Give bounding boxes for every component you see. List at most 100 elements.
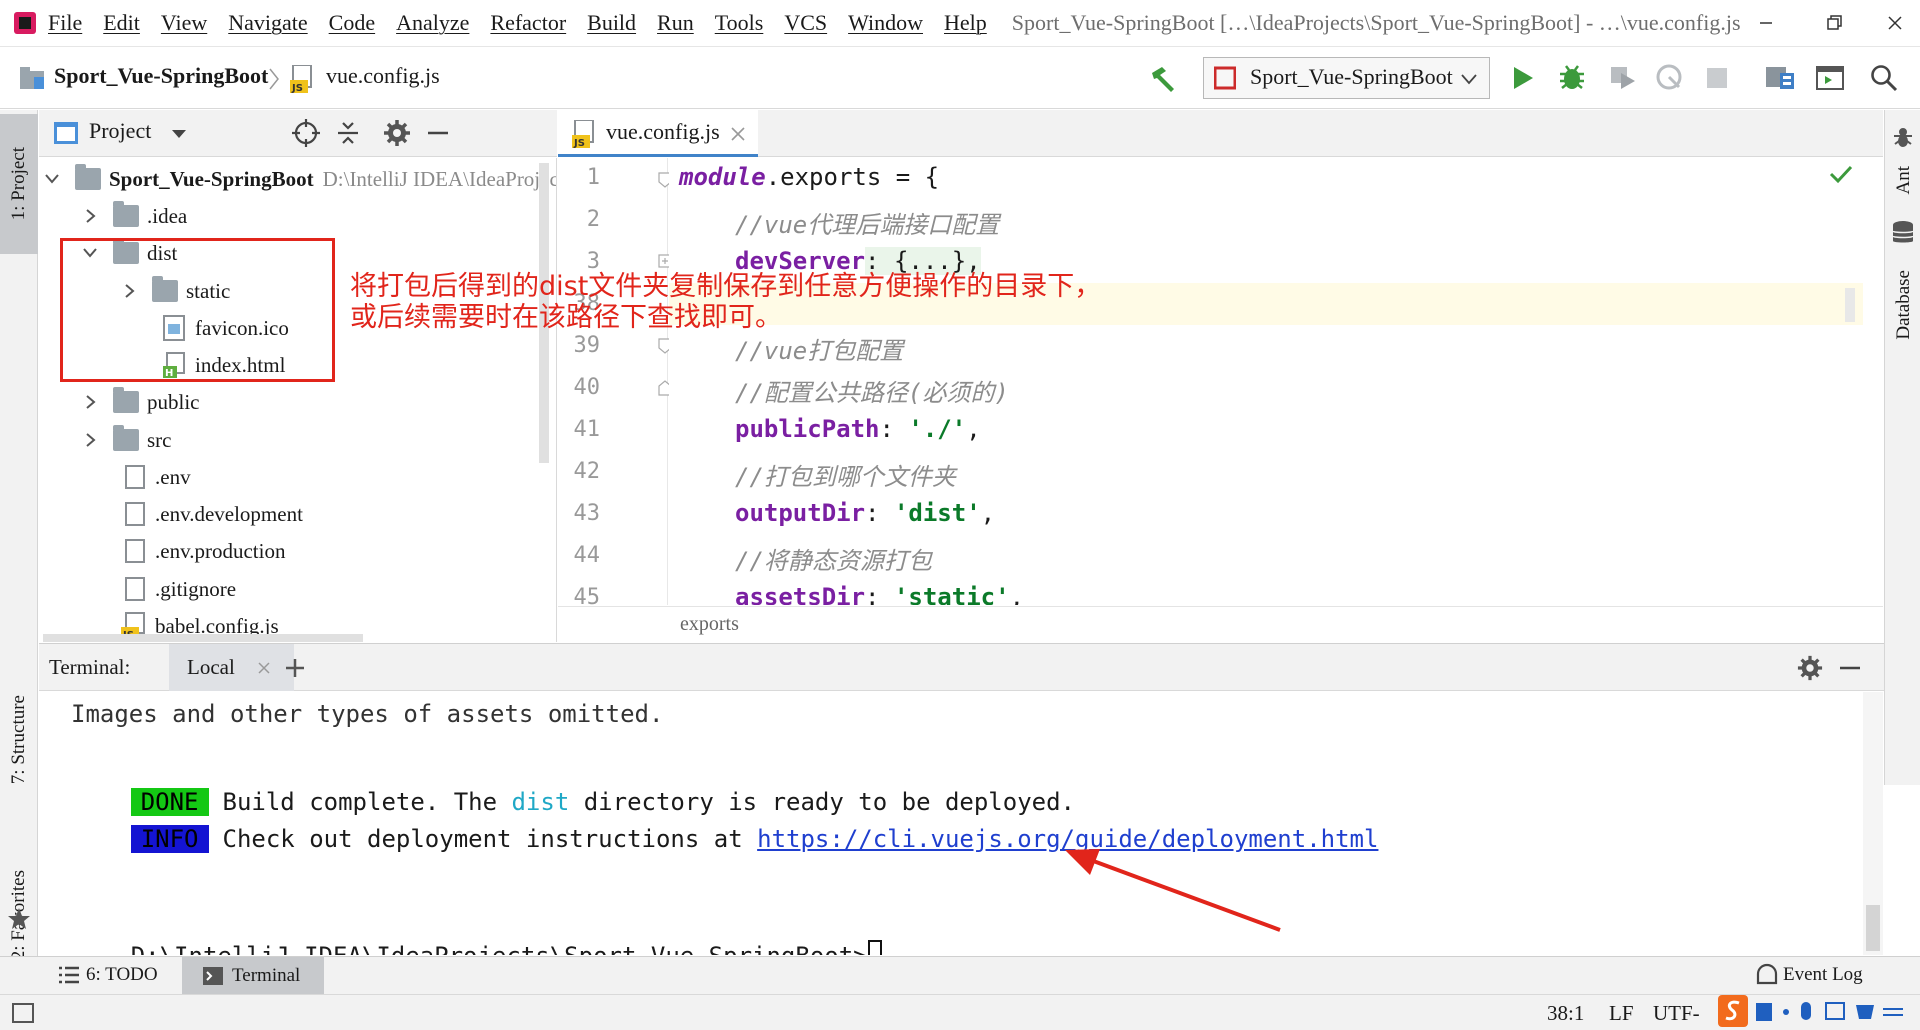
tab-project-tool[interactable]: 1: Project [0,114,38,254]
hide-panel-icon[interactable] [1837,655,1863,681]
toggle-tool-windows-icon[interactable] [12,1003,34,1023]
todo-tool-button[interactable]: 6: TODO [58,957,158,993]
hide-panel-icon[interactable] [425,119,451,147]
menu-file[interactable]: File [48,10,82,36]
profile-icon[interactable] [1655,63,1685,93]
menu-window[interactable]: Window [848,10,923,36]
code-editor[interactable]: module.exports = { //vue代理后端接口配置 devServ… [669,158,1863,605]
status-bar: 38:1 LF UTF- [0,994,1920,1030]
project-panel-title[interactable]: Project [89,118,151,144]
run-anything-icon[interactable] [1815,64,1845,92]
menu-refactor[interactable]: Refactor [490,10,566,36]
code-line-2: //vue代理后端接口配置 [735,211,1000,239]
menu-analyze[interactable]: Analyze [396,10,469,36]
menu-view[interactable]: View [161,10,207,36]
close-window-icon[interactable] [1882,10,1908,36]
build-hammer-icon[interactable] [1148,63,1178,93]
menu-code[interactable]: Code [329,10,375,36]
tree-row-env-production[interactable]: .env.production [125,533,285,569]
text-file-icon [125,465,145,489]
project-panel-header: Project [39,110,557,157]
search-everywhere-icon[interactable] [1869,63,1899,93]
terminal-scrollbar[interactable] [1863,692,1883,955]
menu-tools[interactable]: Tools [715,10,764,36]
chevron-right-icon[interactable] [81,431,99,449]
close-tab-icon[interactable] [257,661,271,675]
chevron-down-icon [1461,74,1477,85]
terminal-output[interactable]: Images and other types of assets omitted… [39,692,1859,955]
breadcrumb-project[interactable]: Sport_Vue-SpringBoot [54,63,268,89]
editor-tab-bar: JS vue.config.js [558,110,1883,157]
tree-row-gitignore[interactable]: .gitignore [125,571,236,607]
line-separator[interactable]: LF [1609,1001,1634,1026]
debug-icon[interactable] [1557,62,1587,92]
highlight-box [60,238,335,382]
cursor-position[interactable]: 38:1 [1547,1001,1584,1026]
file-encoding[interactable]: UTF- [1653,1001,1700,1026]
terminal-text: Check out deployment instructions at [222,825,758,853]
close-tab-icon[interactable] [730,126,746,142]
editor-scrollbar[interactable] [1845,288,1855,322]
collapse-all-icon[interactable] [334,119,362,147]
tree-row-env[interactable]: .env [125,459,191,495]
tree-root-name: Sport_Vue-SpringBoot [109,166,314,191]
terminal-tab-label: Local [187,655,235,679]
folder-icon [113,425,139,451]
restore-icon[interactable] [1821,10,1847,36]
tree-row-env-development[interactable]: .env.development [125,496,303,532]
minimize-icon[interactable] [1753,10,1779,36]
chevron-down-icon[interactable] [43,170,61,188]
locate-file-icon[interactable] [292,119,320,147]
inspection-ok-icon[interactable] [1829,164,1853,184]
terminal-tool-button[interactable]: Terminal [182,957,324,994]
tree-horizontal-scrollbar[interactable] [43,634,363,642]
menu-vcs[interactable]: VCS [784,10,827,36]
stop-icon[interactable] [1704,65,1730,91]
terminal-scroll-thumb[interactable] [1866,905,1880,951]
menu-run[interactable]: Run [657,10,694,36]
settings-gear-icon[interactable] [383,119,411,147]
js-file-icon: JS [572,120,594,148]
tab-database-tool[interactable]: Database [1885,250,1920,360]
tab-ant-tool[interactable]: Ant [1885,150,1920,210]
settings-gear-icon[interactable] [1797,655,1823,681]
new-terminal-plus-icon[interactable] [283,656,307,680]
line-number: 42 [573,459,601,484]
menu-help[interactable]: Help [944,10,987,36]
npm-config-icon [1214,66,1236,90]
run-coverage-icon[interactable] [1607,63,1637,93]
run-config-dropdown[interactable]: Sport_Vue-SpringBoot [1203,57,1490,99]
tree-row-root[interactable]: Sport_Vue-SpringBoot D:\IntelliJ IDEA\Id… [43,161,556,197]
terminal-header: Terminal: Local [39,643,1884,691]
tree-row-src[interactable]: src [81,422,172,458]
tab-vue-config[interactable]: JS vue.config.js [558,110,758,157]
project-structure-icon[interactable] [1764,63,1796,93]
menu-navigate[interactable]: Navigate [228,10,307,36]
chevron-right-icon[interactable] [81,207,99,225]
menu-edit[interactable]: Edit [103,10,140,36]
todo-list-icon [59,966,79,984]
tree-row-public[interactable]: public [81,384,200,420]
tree-row-idea[interactable]: .idea [81,198,187,234]
project-view-dropdown-icon[interactable] [169,127,189,141]
event-log-label: Event Log [1783,964,1863,985]
ime-toolbar-icon[interactable] [1718,995,1918,1029]
breadcrumb-file[interactable]: vue.config.js [326,63,440,89]
editor-breadcrumb[interactable]: exports [680,613,739,636]
window-title: Sport_Vue-SpringBoot […\IdeaProjects\Spo… [1011,10,1741,35]
run-icon[interactable] [1510,64,1536,92]
tree-item-label: src [147,427,172,452]
annotation-line: 将打包后得到的dist文件夹复制保存到任意方便操作的目录下， [350,271,1102,302]
js-file-icon: JS [290,65,312,93]
menu-build[interactable]: Build [587,10,636,36]
tab-terminal-local[interactable]: Local [169,644,294,691]
run-config-label: Sport_Vue-SpringBoot [1250,64,1453,89]
navigation-bar: Sport_Vue-SpringBoot JS vue.config.js Sp… [0,47,1920,109]
left-tool-strip: 1: Project 7: Structure 2: Favorites [0,110,38,993]
structure-tool-label: 7: Structure [8,695,29,785]
event-log-button[interactable]: Event Log [1755,957,1863,993]
code-line-44: //将静态资源打包 [735,547,932,575]
folder-icon [113,387,139,413]
chevron-right-icon[interactable] [81,393,99,411]
code-token: assetsDir [735,583,866,605]
